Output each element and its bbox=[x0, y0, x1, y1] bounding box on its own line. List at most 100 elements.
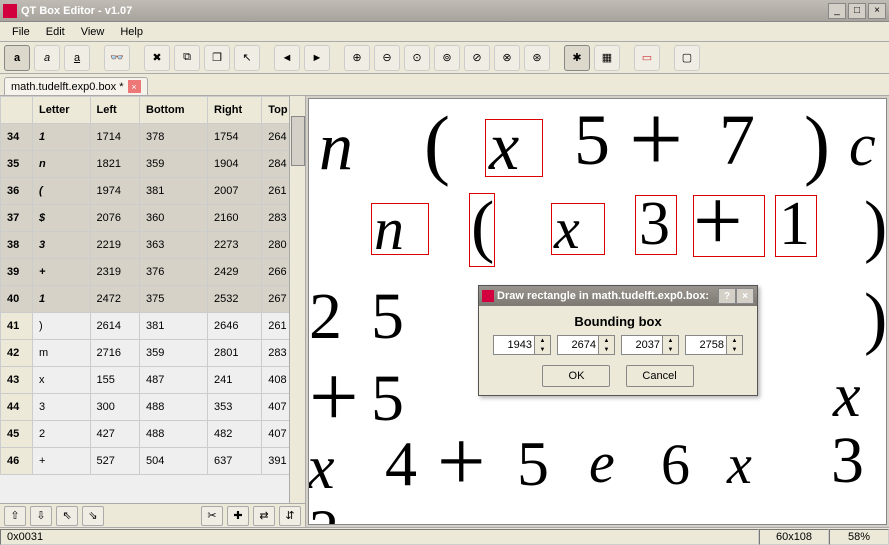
cell[interactable]: 155 bbox=[90, 367, 139, 394]
underline-button[interactable]: a bbox=[64, 45, 90, 71]
table-scrollbar[interactable] bbox=[289, 96, 305, 503]
cell[interactable]: 3 bbox=[33, 232, 91, 259]
dialog-close-button[interactable]: × bbox=[736, 288, 754, 304]
table-row[interactable]: 39+23193762429266 bbox=[1, 259, 305, 286]
table-row[interactable]: 34117143781754264 bbox=[1, 124, 305, 151]
table-row[interactable]: 38322193632273280 bbox=[1, 232, 305, 259]
spin-down-icon[interactable]: ▼ bbox=[726, 345, 742, 354]
cell[interactable]: 488 bbox=[140, 421, 208, 448]
cell[interactable]: 2219 bbox=[90, 232, 139, 259]
spin-up-icon[interactable]: ▲ bbox=[598, 336, 614, 345]
sel-box[interactable] bbox=[693, 195, 765, 257]
cell[interactable]: 3 bbox=[33, 394, 91, 421]
spin-right[interactable]: ▲▼ bbox=[621, 335, 679, 355]
row-number[interactable]: 40 bbox=[1, 286, 33, 313]
arrow-right-icon[interactable]: ► bbox=[304, 45, 330, 71]
zoom-in-icon[interactable]: ⊕ bbox=[344, 45, 370, 71]
cell[interactable]: 381 bbox=[140, 178, 208, 205]
table-row[interactable]: 43x155487241408 bbox=[1, 367, 305, 394]
cell[interactable]: 2429 bbox=[208, 259, 262, 286]
cell[interactable]: 1821 bbox=[90, 151, 139, 178]
zoom-out-icon[interactable]: ⊖ bbox=[374, 45, 400, 71]
star-button[interactable]: ✱ bbox=[564, 45, 590, 71]
cell[interactable]: 488 bbox=[140, 394, 208, 421]
italic-button[interactable]: a bbox=[34, 45, 60, 71]
tab-close-icon[interactable]: × bbox=[128, 80, 141, 93]
menu-view[interactable]: View bbox=[73, 24, 113, 40]
red-box-icon[interactable]: ▭ bbox=[634, 45, 660, 71]
spin-up-icon[interactable]: ▲ bbox=[534, 336, 550, 345]
cancel-button[interactable]: Cancel bbox=[626, 365, 694, 387]
cell[interactable]: 2076 bbox=[90, 205, 139, 232]
table-row[interactable]: 36(19743812007261 bbox=[1, 178, 305, 205]
sel-box[interactable] bbox=[469, 193, 495, 267]
cell[interactable]: x bbox=[33, 367, 91, 394]
row-number[interactable]: 34 bbox=[1, 124, 33, 151]
col-rownum[interactable] bbox=[1, 97, 33, 124]
sel-box[interactable] bbox=[485, 119, 543, 177]
arrow-left-icon[interactable]: ◄ bbox=[274, 45, 300, 71]
table-row[interactable]: 42m27163592801283 bbox=[1, 340, 305, 367]
zoom-height-icon[interactable]: ⊗ bbox=[494, 45, 520, 71]
spin-down-icon[interactable]: ▼ bbox=[598, 345, 614, 354]
cell[interactable]: 1 bbox=[33, 124, 91, 151]
spin-top[interactable]: ▲▼ bbox=[685, 335, 743, 355]
close-button[interactable]: × bbox=[868, 3, 886, 19]
sel-box[interactable] bbox=[551, 203, 605, 255]
row-number[interactable]: 44 bbox=[1, 394, 33, 421]
spin-left-input[interactable] bbox=[494, 336, 534, 354]
cell[interactable]: 1754 bbox=[208, 124, 262, 151]
col-left[interactable]: Left bbox=[90, 97, 139, 124]
arrow-downright-icon[interactable]: ⇘ bbox=[82, 506, 104, 526]
row-number[interactable]: 39 bbox=[1, 259, 33, 286]
empty-box-icon[interactable]: ▢ bbox=[674, 45, 700, 71]
add-icon[interactable]: ✚ bbox=[227, 506, 249, 526]
cut-icon[interactable]: ✂ bbox=[201, 506, 223, 526]
cell[interactable]: 637 bbox=[208, 448, 262, 475]
menu-file[interactable]: File bbox=[4, 24, 38, 40]
dialog-titlebar[interactable]: Draw rectangle in math.tudelft.exp0.box:… bbox=[479, 286, 757, 306]
table-row[interactable]: 46+527504637391 bbox=[1, 448, 305, 475]
spin-down-icon[interactable]: ▼ bbox=[534, 345, 550, 354]
cell[interactable]: 378 bbox=[140, 124, 208, 151]
cell[interactable]: 2472 bbox=[90, 286, 139, 313]
table-row[interactable]: 35n18213591904284 bbox=[1, 151, 305, 178]
spin-up-icon[interactable]: ▲ bbox=[662, 336, 678, 345]
menu-edit[interactable]: Edit bbox=[38, 24, 73, 40]
zoom-original-icon[interactable]: ⊚ bbox=[434, 45, 460, 71]
cell[interactable]: 1714 bbox=[90, 124, 139, 151]
arrow-up-icon[interactable]: ⇧ bbox=[4, 506, 26, 526]
menu-help[interactable]: Help bbox=[112, 24, 151, 40]
spin-bottom-input[interactable] bbox=[558, 336, 598, 354]
zoom-width-icon[interactable]: ⊘ bbox=[464, 45, 490, 71]
col-letter[interactable]: Letter bbox=[33, 97, 91, 124]
grid-icon[interactable]: ▦ bbox=[594, 45, 620, 71]
cell[interactable]: 1974 bbox=[90, 178, 139, 205]
row-number[interactable]: 46 bbox=[1, 448, 33, 475]
cell[interactable]: 2273 bbox=[208, 232, 262, 259]
dialog-help-button[interactable]: ? bbox=[718, 288, 736, 304]
spin-right-input[interactable] bbox=[622, 336, 662, 354]
cell[interactable]: ) bbox=[33, 313, 91, 340]
binoculars-icon[interactable]: 👓 bbox=[104, 45, 130, 71]
row-number[interactable]: 43 bbox=[1, 367, 33, 394]
spin-bottom[interactable]: ▲▼ bbox=[557, 335, 615, 355]
cell[interactable]: 360 bbox=[140, 205, 208, 232]
cell[interactable]: + bbox=[33, 448, 91, 475]
cell[interactable]: 2646 bbox=[208, 313, 262, 340]
cell[interactable]: $ bbox=[33, 205, 91, 232]
sel-box[interactable] bbox=[775, 195, 817, 257]
close-box-icon[interactable]: ✖ bbox=[144, 45, 170, 71]
cell[interactable]: 2801 bbox=[208, 340, 262, 367]
table-row[interactable]: 37$20763602160283 bbox=[1, 205, 305, 232]
table-row[interactable]: 41)26143812646261 bbox=[1, 313, 305, 340]
tab-document[interactable]: math.tudelft.exp0.box * × bbox=[4, 77, 148, 95]
arrow-upleft-icon[interactable]: ⇖ bbox=[56, 506, 78, 526]
cell[interactable]: 375 bbox=[140, 286, 208, 313]
cell[interactable]: 2614 bbox=[90, 313, 139, 340]
sel-box[interactable] bbox=[635, 195, 677, 255]
col-bottom[interactable]: Bottom bbox=[140, 97, 208, 124]
row-number[interactable]: 45 bbox=[1, 421, 33, 448]
spin-up-icon[interactable]: ▲ bbox=[726, 336, 742, 345]
table-row[interactable]: 443300488353407 bbox=[1, 394, 305, 421]
